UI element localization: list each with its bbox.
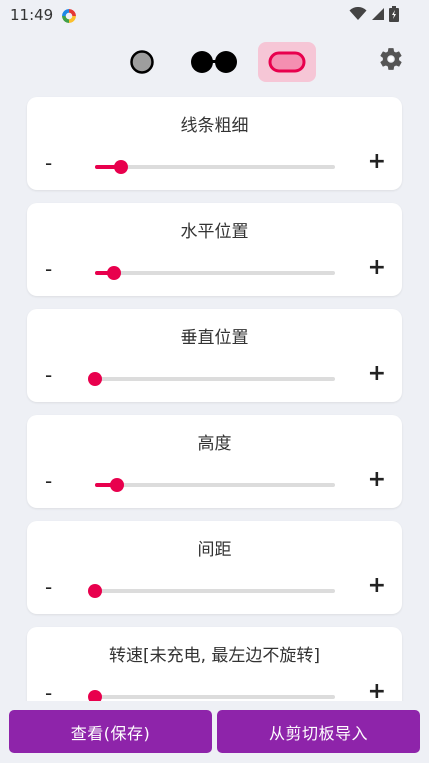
increase-button[interactable]: +: [368, 679, 386, 701]
slider-card-rotation-speed: 转速[未充电, 最左边不旋转] - +: [27, 627, 402, 701]
increase-button[interactable]: +: [368, 361, 386, 386]
slider-thumb[interactable]: [88, 372, 102, 386]
settings-button[interactable]: [376, 44, 406, 74]
slider-label: 高度: [197, 434, 232, 454]
slider-label: 线条粗细: [180, 116, 249, 136]
mode-bar: [0, 42, 429, 82]
decrease-button[interactable]: -: [45, 257, 52, 281]
glasses-icon: [191, 51, 237, 73]
slider-thumb[interactable]: [88, 584, 102, 598]
glasses-mode-button[interactable]: [188, 42, 240, 82]
slider-thumb[interactable]: [109, 478, 124, 492]
pill-mode-button[interactable]: [258, 42, 316, 82]
slider-card-height: 高度 - +: [27, 415, 402, 508]
slider-track: [95, 271, 335, 275]
cellular-signal-icon: [372, 8, 384, 20]
slider-card-spacing: 间距 - +: [27, 521, 402, 614]
slider-thumb[interactable]: [107, 266, 122, 280]
pill-icon: [268, 51, 306, 73]
status-time: 11:49: [10, 6, 54, 24]
slider-track: [95, 589, 335, 593]
view-save-button[interactable]: 查看(保存): [9, 710, 212, 753]
slider-card-line-thickness: 线条粗细 - +: [27, 97, 402, 190]
slider-track: [95, 695, 335, 699]
bottom-action-bar: 查看(保存) 从剪切板导入: [0, 705, 429, 763]
slider-track: [95, 483, 335, 487]
slider-track: [95, 377, 335, 381]
vertical-position-slider[interactable]: [88, 372, 335, 386]
notification-ring-icon: [62, 9, 76, 23]
increase-button[interactable]: +: [368, 255, 386, 280]
battery-icon: [389, 6, 399, 22]
circle-icon: [130, 50, 154, 74]
line-thickness-slider[interactable]: [95, 160, 335, 174]
gear-icon: [380, 48, 402, 70]
horizontal-position-slider[interactable]: [95, 266, 335, 280]
decrease-button[interactable]: -: [45, 151, 52, 175]
increase-button[interactable]: +: [368, 149, 386, 174]
height-slider[interactable]: [95, 478, 335, 492]
increase-button[interactable]: +: [368, 467, 386, 492]
slider-label: 垂直位置: [180, 328, 249, 348]
slider-track: [95, 165, 335, 169]
import-from-clipboard-button[interactable]: 从剪切板导入: [217, 710, 420, 753]
decrease-button[interactable]: -: [45, 681, 52, 701]
circle-mode-button[interactable]: [122, 42, 162, 82]
status-bar: 11:49: [0, 0, 429, 32]
slider-card-horizontal-position: 水平位置 - +: [27, 203, 402, 296]
decrease-button[interactable]: -: [45, 575, 52, 599]
decrease-button[interactable]: -: [45, 363, 52, 387]
slider-label: 水平位置: [180, 222, 249, 242]
settings-list[interactable]: 线条粗细 - + 水平位置 - + 垂直位置 - + 高度 - + 间距 - +…: [0, 96, 429, 701]
slider-thumb[interactable]: [88, 690, 102, 701]
rotation-speed-slider[interactable]: [88, 690, 335, 701]
slider-label: 转速[未充电, 最左边不旋转]: [108, 646, 321, 666]
slider-label: 间距: [197, 540, 232, 560]
system-icons: [349, 6, 399, 22]
slider-thumb[interactable]: [114, 160, 129, 174]
slider-card-vertical-position: 垂直位置 - +: [27, 309, 402, 402]
spacing-slider[interactable]: [88, 584, 335, 598]
decrease-button[interactable]: -: [45, 469, 52, 493]
wifi-icon: [349, 7, 367, 20]
increase-button[interactable]: +: [368, 573, 386, 598]
